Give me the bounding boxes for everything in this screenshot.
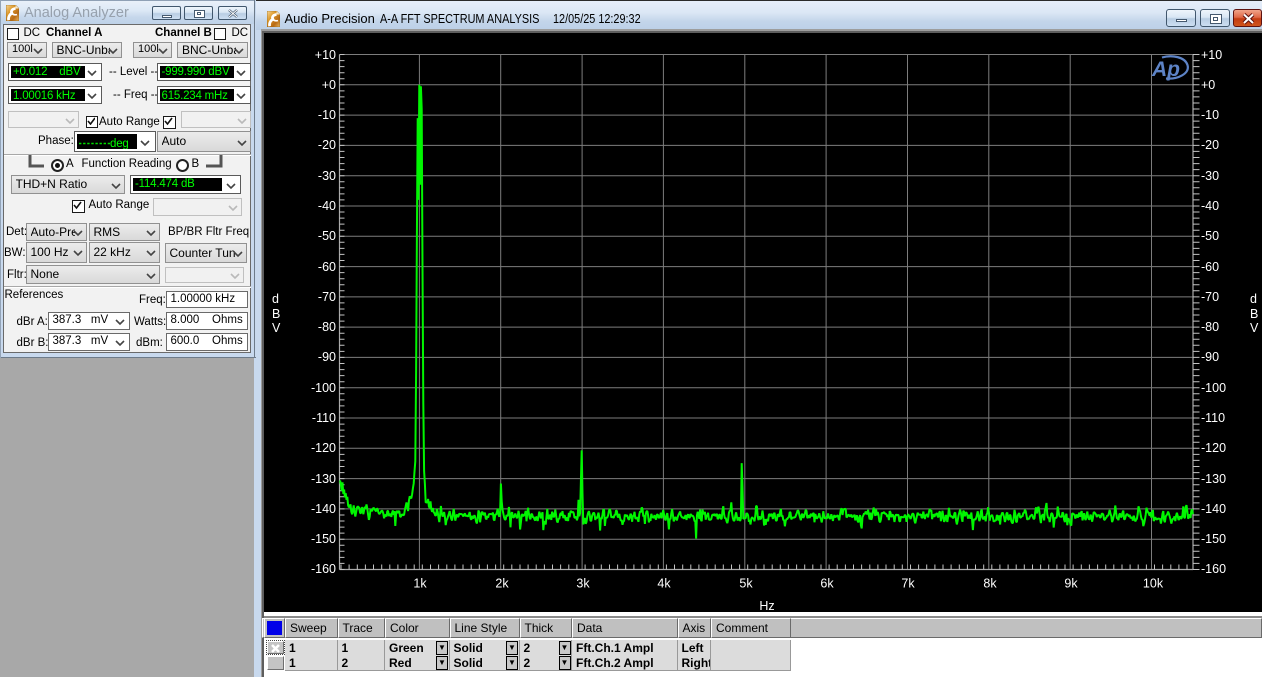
svg-text:-100: -100 <box>311 381 336 395</box>
svg-text:-20: -20 <box>318 138 336 152</box>
svg-text:-60: -60 <box>1201 260 1219 274</box>
svg-text:-110: -110 <box>1201 411 1225 425</box>
svg-text:-140: -140 <box>311 502 336 516</box>
svg-text:d: d <box>1250 292 1257 306</box>
svg-text:-150: -150 <box>311 532 336 546</box>
svg-text:-120: -120 <box>1201 441 1226 455</box>
svg-text:+10: +10 <box>1201 48 1222 62</box>
svg-text:3k: 3k <box>576 577 590 591</box>
svg-text:2k: 2k <box>495 577 509 591</box>
svg-text:-40: -40 <box>318 199 336 213</box>
svg-text:-90: -90 <box>1201 350 1219 364</box>
svg-text:-40: -40 <box>1201 199 1219 213</box>
svg-text:-160: -160 <box>1201 562 1226 576</box>
svg-text:+10: +10 <box>315 48 336 62</box>
svg-text:B: B <box>1250 307 1258 321</box>
svg-text:-80: -80 <box>1201 320 1219 334</box>
svg-text:-160: -160 <box>311 562 336 576</box>
svg-text:-30: -30 <box>1201 169 1219 183</box>
svg-text:-20: -20 <box>1201 138 1219 152</box>
svg-text:-60: -60 <box>318 260 336 274</box>
svg-text:-50: -50 <box>1201 229 1219 243</box>
svg-text:Hz: Hz <box>759 599 774 612</box>
svg-text:9k: 9k <box>1064 577 1078 591</box>
svg-text:8k: 8k <box>983 577 997 591</box>
svg-text:V: V <box>1250 321 1259 335</box>
svg-text:-140: -140 <box>1201 502 1226 516</box>
svg-text:5k: 5k <box>739 577 753 591</box>
svg-text:-10: -10 <box>1201 108 1219 122</box>
svg-text:-70: -70 <box>1201 290 1219 304</box>
svg-text:-130: -130 <box>1201 472 1226 486</box>
svg-text:-120: -120 <box>311 441 336 455</box>
svg-text:7k: 7k <box>901 577 915 591</box>
svg-text:1k: 1k <box>413 577 427 591</box>
svg-text:-100: -100 <box>1201 381 1226 395</box>
svg-text:6k: 6k <box>820 577 834 591</box>
svg-text:+0: +0 <box>322 78 336 92</box>
svg-text:-50: -50 <box>318 229 336 243</box>
svg-text:d: d <box>272 292 279 306</box>
svg-text:+0: +0 <box>1201 78 1215 92</box>
svg-text:-70: -70 <box>318 290 336 304</box>
svg-text:V: V <box>272 321 281 335</box>
svg-text:4k: 4k <box>657 577 671 591</box>
svg-text:-90: -90 <box>318 350 336 364</box>
svg-text:-110: -110 <box>312 411 336 425</box>
svg-text:-130: -130 <box>311 472 336 486</box>
svg-text:-30: -30 <box>318 169 336 183</box>
svg-text:B: B <box>272 307 280 321</box>
svg-text:10k: 10k <box>1143 577 1164 591</box>
svg-text:-150: -150 <box>1201 532 1226 546</box>
svg-text:-10: -10 <box>318 108 336 122</box>
svg-text:-80: -80 <box>318 320 336 334</box>
